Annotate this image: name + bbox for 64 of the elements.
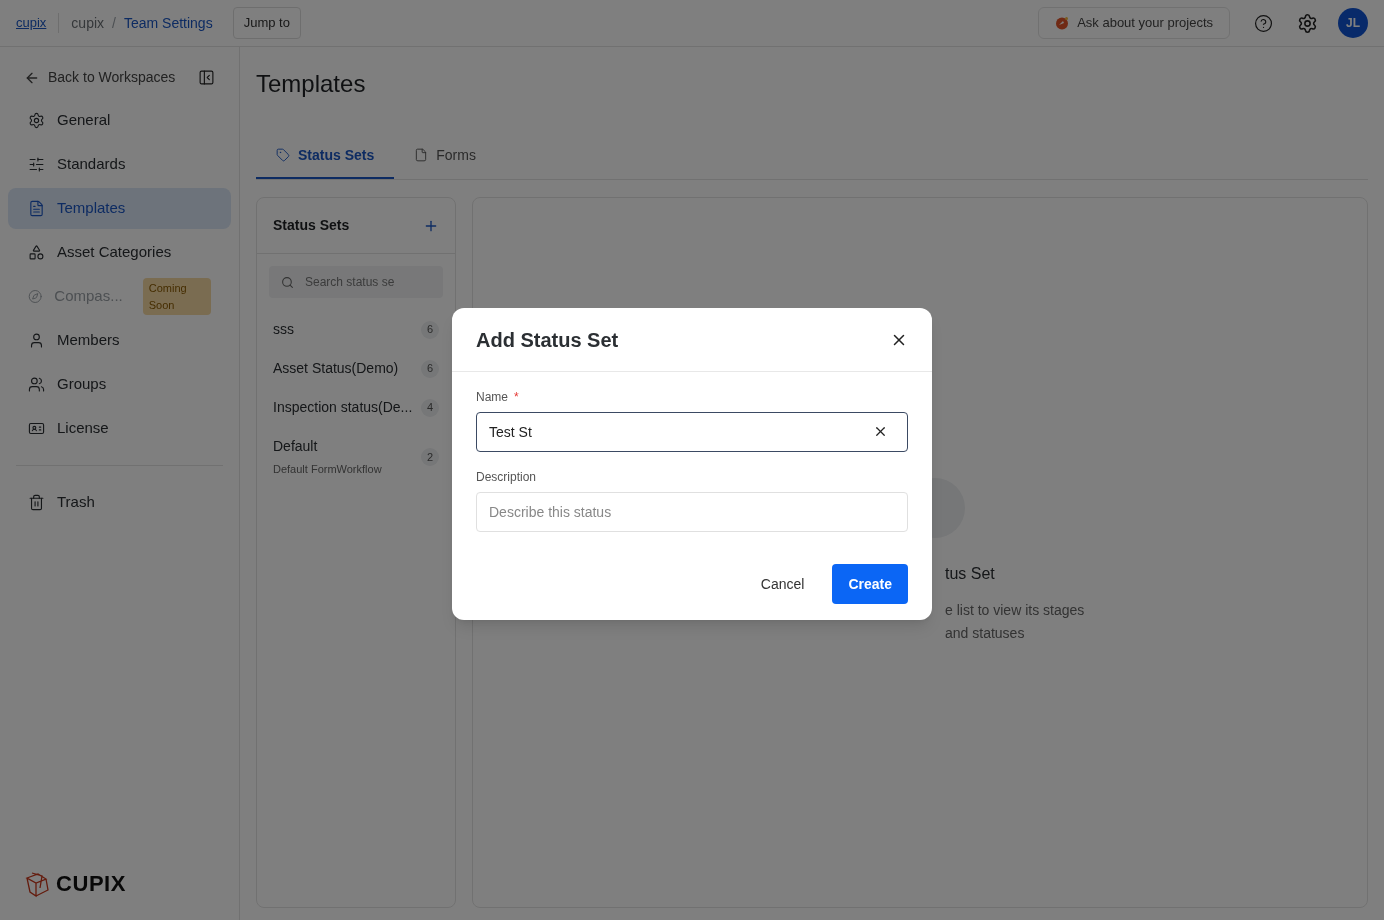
description-label: Description xyxy=(476,469,538,486)
status-set-name: sss xyxy=(273,320,295,339)
sidebar-item[interactable]: Asset Categories xyxy=(8,232,231,273)
breadcrumb-item[interactable]: Team Settings xyxy=(123,12,213,34)
status-set-description: Default FormWorkflow xyxy=(273,462,383,477)
shapes-icon xyxy=(28,244,45,261)
count-badge: 6 xyxy=(421,320,439,339)
search-field[interactable]: Search status se xyxy=(269,266,443,298)
dialog-title: Add Status Set xyxy=(476,327,619,353)
status-set-name: Default xyxy=(273,437,319,456)
empty-state-text: and statuses xyxy=(945,624,1026,643)
id-card-icon xyxy=(28,420,45,437)
breadcrumb-separator: / xyxy=(112,13,116,33)
count-badge: 4 xyxy=(421,398,439,417)
coming-soon-badge: Coming Soon xyxy=(142,278,211,315)
collapse-sidebar-icon[interactable] xyxy=(198,69,215,86)
clear-icon[interactable] xyxy=(873,424,888,439)
name-label: Name xyxy=(476,389,508,406)
sidebar-item[interactable]: License xyxy=(8,408,231,449)
empty-state-text: e list to view its stages xyxy=(945,601,1086,620)
description-input-field[interactable]: Describe this status xyxy=(476,492,908,532)
home-link[interactable]: cupix xyxy=(16,13,60,33)
compass-icon xyxy=(28,288,43,305)
status-set-item[interactable]: Asset Status(Demo) 6 xyxy=(257,349,455,388)
sliders-icon xyxy=(28,156,45,173)
status-set-item[interactable]: Default Default FormWorkflow 2 xyxy=(257,427,455,487)
status-set-name: Inspection status(De... xyxy=(273,398,414,417)
help-icon[interactable] xyxy=(1254,13,1273,33)
create-button[interactable]: Create xyxy=(832,564,908,604)
sidebar-item[interactable]: General xyxy=(8,100,231,141)
gear-icon xyxy=(28,112,45,129)
cancel-button[interactable]: Cancel xyxy=(744,564,821,604)
search-icon xyxy=(281,276,294,289)
settings-icon[interactable] xyxy=(1297,12,1318,34)
tab[interactable]: Forms xyxy=(394,133,496,179)
required-mark: * xyxy=(514,389,519,406)
people-icon xyxy=(28,376,45,393)
person-icon xyxy=(28,332,45,349)
panel-title: Status Sets xyxy=(273,216,350,235)
sidebar-item[interactable]: Standards xyxy=(8,144,231,185)
back-link[interactable]: Back to Workspaces xyxy=(24,67,176,88)
tag-icon xyxy=(276,148,290,162)
jump-to-button[interactable]: Jump to xyxy=(232,7,301,39)
cupix-logo: CUPIX xyxy=(0,867,239,920)
sidebar-item[interactable]: Templates xyxy=(8,188,231,229)
tab[interactable]: Status Sets xyxy=(256,133,395,179)
page-title: Templates xyxy=(256,69,367,99)
document-icon xyxy=(414,148,429,162)
user-avatar[interactable]: JL xyxy=(1338,8,1368,38)
name-input-field[interactable]: Test St xyxy=(476,412,908,452)
status-set-item[interactable]: Inspection status(De... 4 xyxy=(257,388,455,427)
assistant-icon xyxy=(1055,16,1070,30)
breadcrumb-item[interactable]: cupix xyxy=(71,12,105,34)
count-badge: 2 xyxy=(421,447,439,466)
empty-state-title: tus Set xyxy=(945,564,996,584)
ask-projects-button[interactable]: Ask about your projects xyxy=(1038,7,1230,39)
sidebar-item[interactable]: Members xyxy=(8,320,231,361)
trash-icon xyxy=(28,494,45,511)
count-badge: 6 xyxy=(421,359,439,378)
status-set-item[interactable]: sss 6 xyxy=(257,310,455,349)
status-set-name: Asset Status(Demo) xyxy=(273,359,400,378)
sidebar-item[interactable]: Groups xyxy=(8,364,231,405)
sidebar-item[interactable]: Trash xyxy=(8,482,231,523)
document-icon xyxy=(28,200,45,217)
